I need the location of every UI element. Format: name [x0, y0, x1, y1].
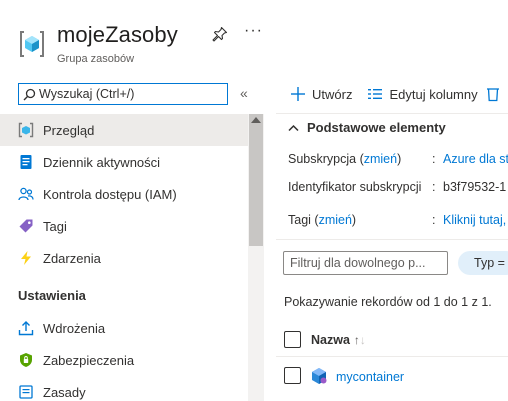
sidebar-item-deployments[interactable]: Wdrożenia	[0, 312, 248, 344]
page-subtitle: Grupa zasobów	[57, 53, 135, 65]
page-title: mojeZasoby	[57, 22, 178, 47]
essentials-row-tags: Tagi (zmień): Kliknij tutaj,	[288, 213, 507, 227]
sidebar: Przegląd Dziennik aktywności Kontrola do…	[0, 114, 248, 401]
sidebar-item-events[interactable]: Zdarzenia	[0, 242, 248, 274]
events-icon	[18, 250, 34, 266]
pin-icon[interactable]	[212, 26, 228, 42]
essentials-label: Identyfikator subskrypcji	[288, 180, 422, 194]
deployments-icon	[18, 320, 34, 336]
sidebar-item-iam[interactable]: Kontrola dostępu (IAM)	[0, 178, 248, 210]
subscription-link[interactable]: Azure dla st	[443, 152, 508, 166]
activity-log-icon	[18, 154, 34, 170]
essentials-row-subscription-id: Identyfikator subskrypcji: b3f79532-1	[288, 180, 507, 194]
columns-icon	[368, 89, 383, 99]
more-options-button[interactable]: ···	[244, 22, 263, 40]
search-input[interactable]	[39, 87, 219, 101]
search-icon	[23, 88, 36, 100]
add-tags-link[interactable]: Kliknij tutaj,	[443, 213, 506, 227]
delete-button[interactable]	[486, 86, 506, 102]
sidebar-item-label: Zdarzenia	[43, 250, 101, 266]
plus-icon	[291, 87, 305, 101]
sidebar-item-tags[interactable]: Tagi	[0, 210, 248, 242]
iam-icon	[18, 186, 34, 202]
column-header-label: Nazwa	[311, 333, 350, 347]
filter-input[interactable]	[284, 252, 444, 274]
essentials-divider	[276, 239, 508, 240]
subscription-id-value: b3f79532-1	[443, 180, 507, 194]
sidebar-item-label: Dziennik aktywności	[43, 154, 161, 170]
tag-icon	[18, 218, 34, 234]
toolbar-divider	[276, 113, 508, 114]
resource-link[interactable]: mycontainer	[336, 370, 404, 384]
sidebar-item-policies[interactable]: Zasady	[0, 376, 248, 401]
records-count: Pokazywanie rekordów od 1 do 1 z 1.	[284, 295, 492, 309]
trash-icon	[486, 88, 499, 102]
collapse-sidebar-button[interactable]: «	[240, 85, 248, 101]
column-header-name[interactable]: Nazwa ↑↓	[311, 333, 366, 347]
filter-box[interactable]	[283, 251, 448, 275]
scroll-up-icon[interactable]	[251, 117, 261, 123]
sidebar-item-label: Tagi	[43, 218, 67, 234]
sidebar-section-settings: Ustawienia	[18, 287, 86, 303]
sort-icon: ↑↓	[353, 333, 366, 347]
change-tags-link[interactable]: zmień	[319, 213, 352, 227]
sidebar-scrollbar-thumb[interactable]	[249, 114, 263, 246]
sidebar-item-label: Zasady	[43, 384, 86, 400]
sidebar-item-label: Zabezpieczenia	[43, 352, 135, 368]
chevron-up-icon	[288, 124, 299, 131]
sidebar-item-security[interactable]: Zabezpieczenia	[0, 344, 248, 376]
command-bar: Utwórz Edytuj kolumny	[290, 86, 506, 102]
overview-icon	[18, 122, 34, 138]
container-instance-icon	[312, 368, 327, 384]
select-all-checkbox[interactable]	[284, 331, 301, 348]
row-checkbox[interactable]	[284, 367, 301, 384]
essentials-label: Subskrypcja	[288, 152, 357, 166]
change-subscription-link[interactable]: zmień	[364, 152, 397, 166]
essentials-toggle[interactable]: Podstawowe elementy	[288, 120, 446, 135]
table-header-divider	[276, 356, 508, 357]
essentials-heading: Podstawowe elementy	[307, 120, 446, 135]
search-box[interactable]	[18, 83, 228, 105]
policies-icon	[18, 384, 34, 400]
sidebar-item-label: Wdrożenia	[43, 320, 106, 336]
sidebar-item-activity-log[interactable]: Dziennik aktywności	[0, 146, 248, 178]
type-filter-pill[interactable]: Typ =	[458, 251, 508, 275]
sidebar-item-overview[interactable]: Przegląd	[0, 114, 248, 146]
resource-group-icon	[20, 31, 44, 57]
edit-columns-button[interactable]: Edytuj kolumny	[367, 86, 478, 102]
edit-columns-button-label: Edytuj kolumny	[389, 86, 478, 102]
create-button-label: Utwórz	[312, 86, 353, 102]
sidebar-item-label: Przegląd	[43, 122, 95, 138]
security-icon	[18, 352, 34, 368]
sidebar-item-label: Kontrola dostępu (IAM)	[43, 186, 177, 202]
create-button[interactable]: Utwórz	[290, 86, 352, 102]
essentials-label: Tagi	[288, 213, 311, 227]
essentials-row-subscription: Subskrypcja (zmień): Azure dla st	[288, 152, 508, 166]
